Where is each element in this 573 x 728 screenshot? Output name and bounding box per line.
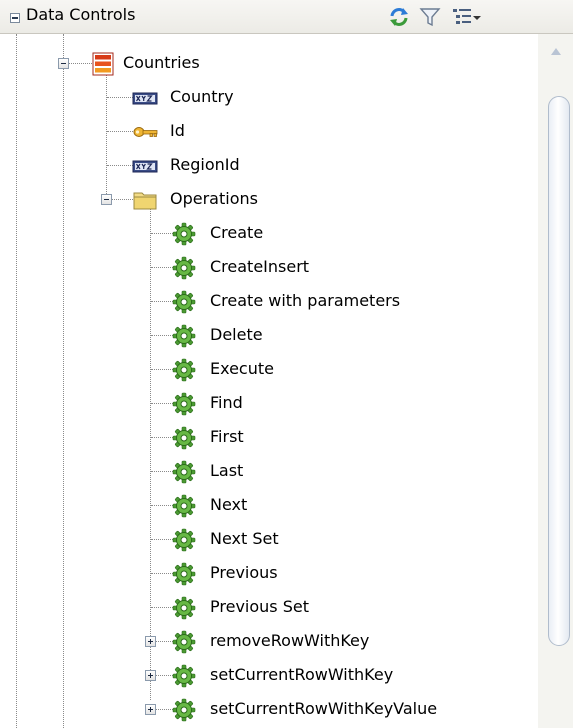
panel-title: Data Controls bbox=[26, 5, 136, 24]
data-collection-icon bbox=[90, 52, 116, 76]
node-label: Create with parameters bbox=[210, 291, 401, 310]
filter-icon[interactable] bbox=[419, 6, 441, 28]
tree-node-method[interactable]: removeRowWithKey bbox=[0, 625, 538, 659]
operation-icon bbox=[171, 324, 197, 348]
node-label: Next Set bbox=[210, 529, 279, 548]
node-label: Countries bbox=[123, 53, 200, 72]
operation-icon bbox=[171, 460, 197, 484]
refresh-icon[interactable] bbox=[388, 6, 410, 28]
operation-icon bbox=[171, 664, 197, 688]
node-label: Find bbox=[210, 393, 243, 412]
collapse-node-icon[interactable] bbox=[101, 194, 112, 205]
tree-node-method[interactable]: setCurrentRowWithKeyValue bbox=[0, 693, 538, 727]
operation-icon bbox=[171, 290, 197, 314]
operation-icon bbox=[171, 698, 197, 722]
tree-node-operation[interactable]: Previous bbox=[0, 557, 538, 591]
tree-node-operation[interactable]: First bbox=[0, 421, 538, 455]
key-icon bbox=[132, 120, 158, 144]
node-label: Create bbox=[210, 223, 264, 242]
tree-node-operation[interactable]: Last bbox=[0, 455, 538, 489]
tree-node-operation[interactable]: Execute bbox=[0, 353, 538, 387]
chevron-down-icon[interactable] bbox=[472, 6, 482, 28]
string-attribute-icon bbox=[132, 154, 158, 178]
node-label: Next bbox=[210, 495, 248, 514]
expand-node-icon[interactable] bbox=[145, 636, 156, 647]
operation-icon bbox=[171, 630, 197, 654]
tree-view-menu-icon[interactable] bbox=[451, 6, 473, 28]
tree-node-operation[interactable]: Next Set bbox=[0, 523, 538, 557]
tree-node-operation[interactable]: Previous Set bbox=[0, 591, 538, 625]
folder-icon bbox=[132, 188, 158, 212]
tree-node-operation[interactable]: Delete bbox=[0, 319, 538, 353]
tree-node-method[interactable]: setCurrentRowWithKey bbox=[0, 659, 538, 693]
operation-icon bbox=[171, 392, 197, 416]
data-controls-tree: Countries Country Id RegionId Operations… bbox=[0, 34, 538, 728]
tree-node-attribute[interactable]: Id bbox=[0, 115, 538, 149]
data-controls-header: Data Controls bbox=[0, 0, 573, 34]
operation-icon bbox=[171, 528, 197, 552]
tree-node-operation[interactable]: Create with parameters bbox=[0, 285, 538, 319]
expand-node-icon[interactable] bbox=[145, 704, 156, 715]
operation-icon bbox=[171, 596, 197, 620]
scrollbar-thumb[interactable] bbox=[548, 96, 570, 646]
collapse-panel-icon[interactable] bbox=[10, 13, 20, 23]
vertical-scrollbar[interactable] bbox=[538, 34, 573, 728]
tree-node-operation[interactable]: Create bbox=[0, 217, 538, 251]
operation-icon bbox=[171, 222, 197, 246]
node-label: First bbox=[210, 427, 244, 446]
operation-icon bbox=[171, 562, 197, 586]
node-label: setCurrentRowWithKeyValue bbox=[210, 699, 438, 718]
node-label: Execute bbox=[210, 359, 274, 378]
node-label: Operations bbox=[170, 189, 258, 208]
node-label: Country bbox=[170, 87, 234, 106]
node-label: Previous bbox=[210, 563, 278, 582]
tree-node-countries[interactable]: Countries bbox=[0, 47, 538, 81]
tree-node-attribute[interactable]: RegionId bbox=[0, 149, 538, 183]
node-label: Delete bbox=[210, 325, 263, 344]
tree-node-operation[interactable]: CreateInsert bbox=[0, 251, 538, 285]
scroll-up-arrow-icon[interactable] bbox=[551, 48, 561, 55]
node-label: RegionId bbox=[170, 155, 240, 174]
tree-node-operations[interactable]: Operations bbox=[0, 183, 538, 217]
operation-icon bbox=[171, 426, 197, 450]
node-label: setCurrentRowWithKey bbox=[210, 665, 394, 684]
collapse-node-icon[interactable] bbox=[58, 58, 69, 69]
string-attribute-icon bbox=[132, 86, 158, 110]
operation-icon bbox=[171, 358, 197, 382]
node-label: removeRowWithKey bbox=[210, 631, 370, 650]
expand-node-icon[interactable] bbox=[145, 670, 156, 681]
node-label: CreateInsert bbox=[210, 257, 310, 276]
tree-node-operation[interactable]: Next bbox=[0, 489, 538, 523]
node-label: Id bbox=[170, 121, 185, 140]
tree-node-attribute[interactable]: Country bbox=[0, 81, 538, 115]
tree-node-operation[interactable]: Find bbox=[0, 387, 538, 421]
operation-icon bbox=[171, 494, 197, 518]
operation-icon bbox=[171, 256, 197, 280]
node-label: Last bbox=[210, 461, 244, 480]
node-label: Previous Set bbox=[210, 597, 309, 616]
